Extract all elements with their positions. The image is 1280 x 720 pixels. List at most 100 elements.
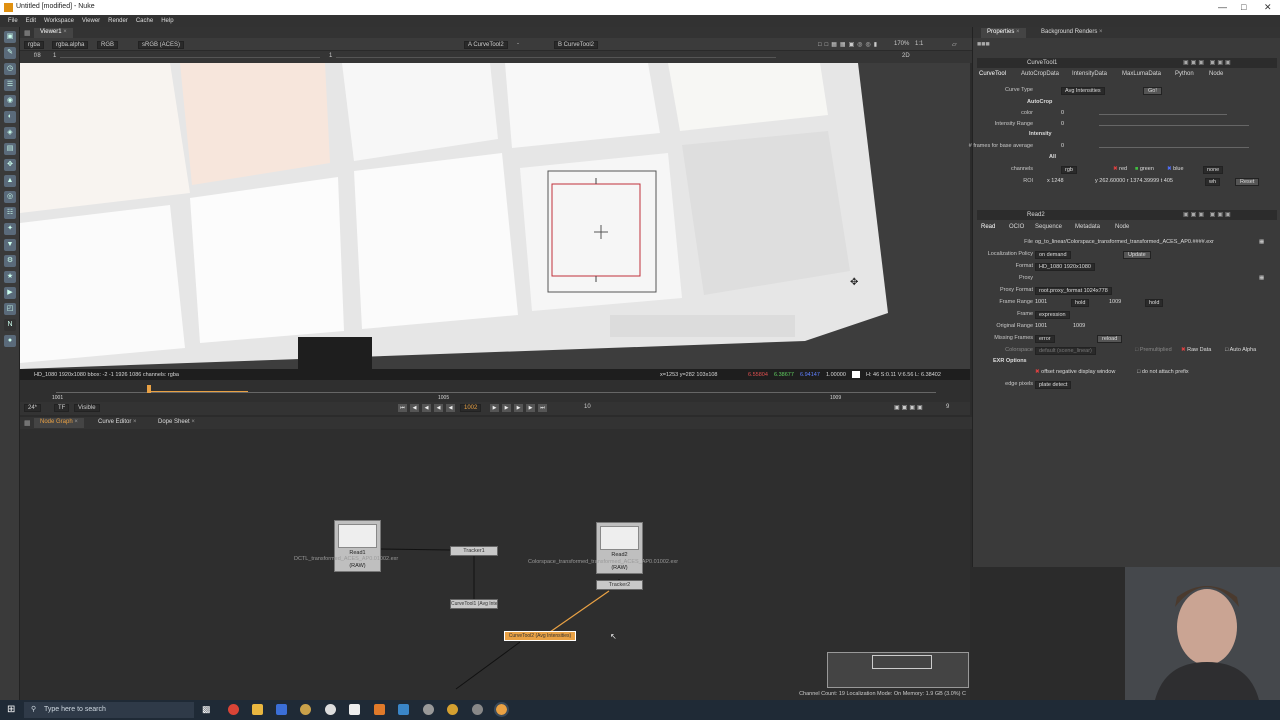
channel-tool-icon[interactable]: ☰ — [4, 79, 16, 91]
zoom-level[interactable]: 170% — [894, 41, 909, 47]
viewer-mode-icons[interactable]: □□▦▦▣◎◎▮ — [818, 41, 880, 48]
minimap-viewport[interactable] — [872, 655, 932, 669]
viewer-lock-icon[interactable]: ▱ — [952, 41, 957, 48]
prev-keyframe-icon[interactable]: ◀ — [410, 404, 419, 412]
roi-x[interactable]: x 1248 — [1047, 178, 1064, 184]
furnace-tool-icon[interactable]: ▶ — [4, 287, 16, 299]
alpha-dropdown[interactable]: rgba.alpha — [52, 41, 89, 49]
step-value[interactable]: 10 — [584, 404, 591, 410]
tab-ocio[interactable]: OCIO — [1009, 224, 1024, 230]
tab-read-node[interactable]: Node — [1115, 224, 1129, 230]
node-tracker1[interactable]: Tracker1 — [450, 546, 498, 556]
menu-viewer[interactable]: Viewer — [82, 18, 100, 24]
visible-dropdown[interactable]: Visible — [74, 404, 100, 412]
red-checkbox[interactable]: ✖ red — [1113, 166, 1127, 172]
deep-tool-icon[interactable]: ▼ — [4, 239, 16, 251]
next-frame-icon[interactable]: ▶ — [502, 404, 511, 412]
offset-negative-checkbox[interactable]: ✖ offset negative display window — [1035, 369, 1115, 375]
metadata-tool-icon[interactable]: ☷ — [4, 207, 16, 219]
play-icon[interactable]: ▶ — [490, 404, 499, 412]
image-tool-icon[interactable]: ▣ — [4, 31, 16, 43]
viewer-image[interactable]: ✥ — [20, 63, 970, 369]
tab-read[interactable]: Read — [981, 224, 995, 230]
app-icon[interactable] — [300, 704, 311, 715]
app-icon[interactable] — [472, 704, 483, 715]
first-frame-icon[interactable]: ⏮ — [398, 404, 407, 412]
app-icon[interactable] — [374, 704, 385, 715]
tab-node[interactable]: Node — [1209, 71, 1223, 77]
color-slider[interactable] — [1099, 114, 1227, 115]
pane-menu-icon[interactable]: ▦ — [24, 419, 31, 427]
menu-file[interactable]: File — [8, 18, 18, 24]
tab-python[interactable]: Python — [1175, 71, 1194, 77]
current-frame[interactable]: 1002 — [460, 404, 482, 412]
color-value[interactable]: 0 — [1061, 110, 1064, 116]
reset-button[interactable]: Reset — [1235, 178, 1260, 186]
curve-type-dropdown[interactable]: Avg Intensities — [1061, 87, 1105, 95]
localization-dropdown[interactable]: on demand — [1035, 251, 1071, 259]
input-b-dropdown[interactable]: B CurveTool2 — [554, 41, 599, 49]
playback-mode-icons[interactable]: ▣▣▣▣ — [894, 404, 925, 411]
display-dropdown[interactable]: RGB — [97, 41, 119, 49]
tf-dropdown[interactable]: TF — [54, 404, 70, 412]
playhead[interactable] — [147, 385, 151, 393]
read-node-name[interactable]: Read2 — [1027, 212, 1045, 218]
proxy-folder-icon[interactable]: ▦ — [1259, 275, 1264, 281]
properties-toolbar-icons[interactable]: ■■■ — [977, 41, 990, 48]
menu-help[interactable]: Help — [161, 18, 173, 24]
auto-alpha-checkbox[interactable]: □ Auto Alpha — [1225, 347, 1256, 353]
frame-range-end[interactable]: 1009 — [1109, 299, 1121, 305]
premultiplied-checkbox[interactable]: □ Premultiplied — [1135, 347, 1172, 353]
tab-background-renders[interactable]: Background Renders × — [1035, 28, 1109, 38]
original-start[interactable]: 1001 — [1035, 323, 1047, 329]
app-icon[interactable] — [325, 704, 336, 715]
proxy-format-dropdown[interactable]: root.proxy_format 1024x778 — [1035, 287, 1112, 295]
chrome-icon[interactable] — [228, 704, 239, 715]
after-dropdown[interactable]: hold — [1145, 299, 1164, 307]
frames-value[interactable]: 0 — [1061, 143, 1064, 149]
taskbar-search[interactable]: ⚲ Type here to search — [24, 702, 194, 718]
close-icon[interactable]: ✕ — [1264, 2, 1272, 13]
node-read2[interactable]: Read2 (RAW) — [596, 522, 643, 574]
file-path-field[interactable]: og_to_linear/Colorspace_transformed_tran… — [1035, 239, 1257, 245]
app-icon[interactable] — [423, 704, 434, 715]
maximize-icon[interactable]: □ — [1241, 2, 1246, 12]
tab-intensitydata[interactable]: IntensityData — [1072, 71, 1107, 77]
last-frame-icon[interactable]: ⏭ — [538, 404, 547, 412]
menu-workspace[interactable]: Workspace — [44, 18, 74, 24]
colorspace-dropdown[interactable]: default (scene_linear) — [1035, 347, 1096, 355]
particles-tool-icon[interactable]: ✦ — [4, 223, 16, 235]
tab-metadata[interactable]: Metadata — [1075, 224, 1100, 230]
green-checkbox[interactable]: ■ green — [1135, 166, 1154, 172]
reload-button[interactable]: reload — [1097, 335, 1123, 343]
keyer-tool-icon[interactable]: ◈ — [4, 127, 16, 139]
color-tool-icon[interactable]: ◉ — [4, 95, 16, 107]
no-prefix-checkbox[interactable]: □ do not attach prefix — [1137, 369, 1189, 375]
intensity-range-value[interactable]: 0 — [1061, 121, 1064, 127]
node-curvetool1[interactable]: CurveTool1 (Avg Intensities) — [450, 599, 498, 609]
tab-autocropdata[interactable]: AutoCropData — [1021, 71, 1059, 77]
gamma-value[interactable]: 1 — [329, 53, 332, 59]
node-read1[interactable]: Read1 (RAW) — [334, 520, 381, 572]
tab-curvetool[interactable]: CurveTool — [979, 71, 1006, 77]
app-icon[interactable] — [398, 704, 409, 715]
forward-step-icon[interactable]: ▶ — [514, 404, 523, 412]
before-dropdown[interactable]: hold — [1071, 299, 1090, 307]
frames-slider[interactable] — [1099, 147, 1249, 148]
missing-frames-dropdown[interactable]: error — [1035, 335, 1055, 343]
node-curvetool2[interactable]: CurveTool2 (Avg Intensities) — [504, 631, 576, 641]
nuke-tool-icon[interactable]: N — [4, 319, 16, 331]
3d-tool-icon[interactable]: ▲ — [4, 175, 16, 187]
tab-maxlumadata[interactable]: MaxLumaData — [1122, 71, 1161, 77]
task-view-icon[interactable]: ▩ — [202, 704, 213, 715]
prev-frame-icon[interactable]: ◀ — [422, 404, 431, 412]
gamma-slider[interactable] — [336, 57, 776, 58]
nuke-taskbar-icon[interactable] — [494, 702, 509, 717]
roi-wh-toggle[interactable]: wh — [1205, 178, 1221, 186]
viewer-mode[interactable]: 2D — [902, 53, 910, 59]
tab-sequence[interactable]: Sequence — [1035, 224, 1062, 230]
gain-value[interactable]: 1 — [53, 53, 56, 59]
node-tracker2[interactable]: Tracker2 — [596, 580, 643, 590]
menu-edit[interactable]: Edit — [26, 18, 36, 24]
pixel-ratio[interactable]: 1:1 — [915, 41, 923, 47]
